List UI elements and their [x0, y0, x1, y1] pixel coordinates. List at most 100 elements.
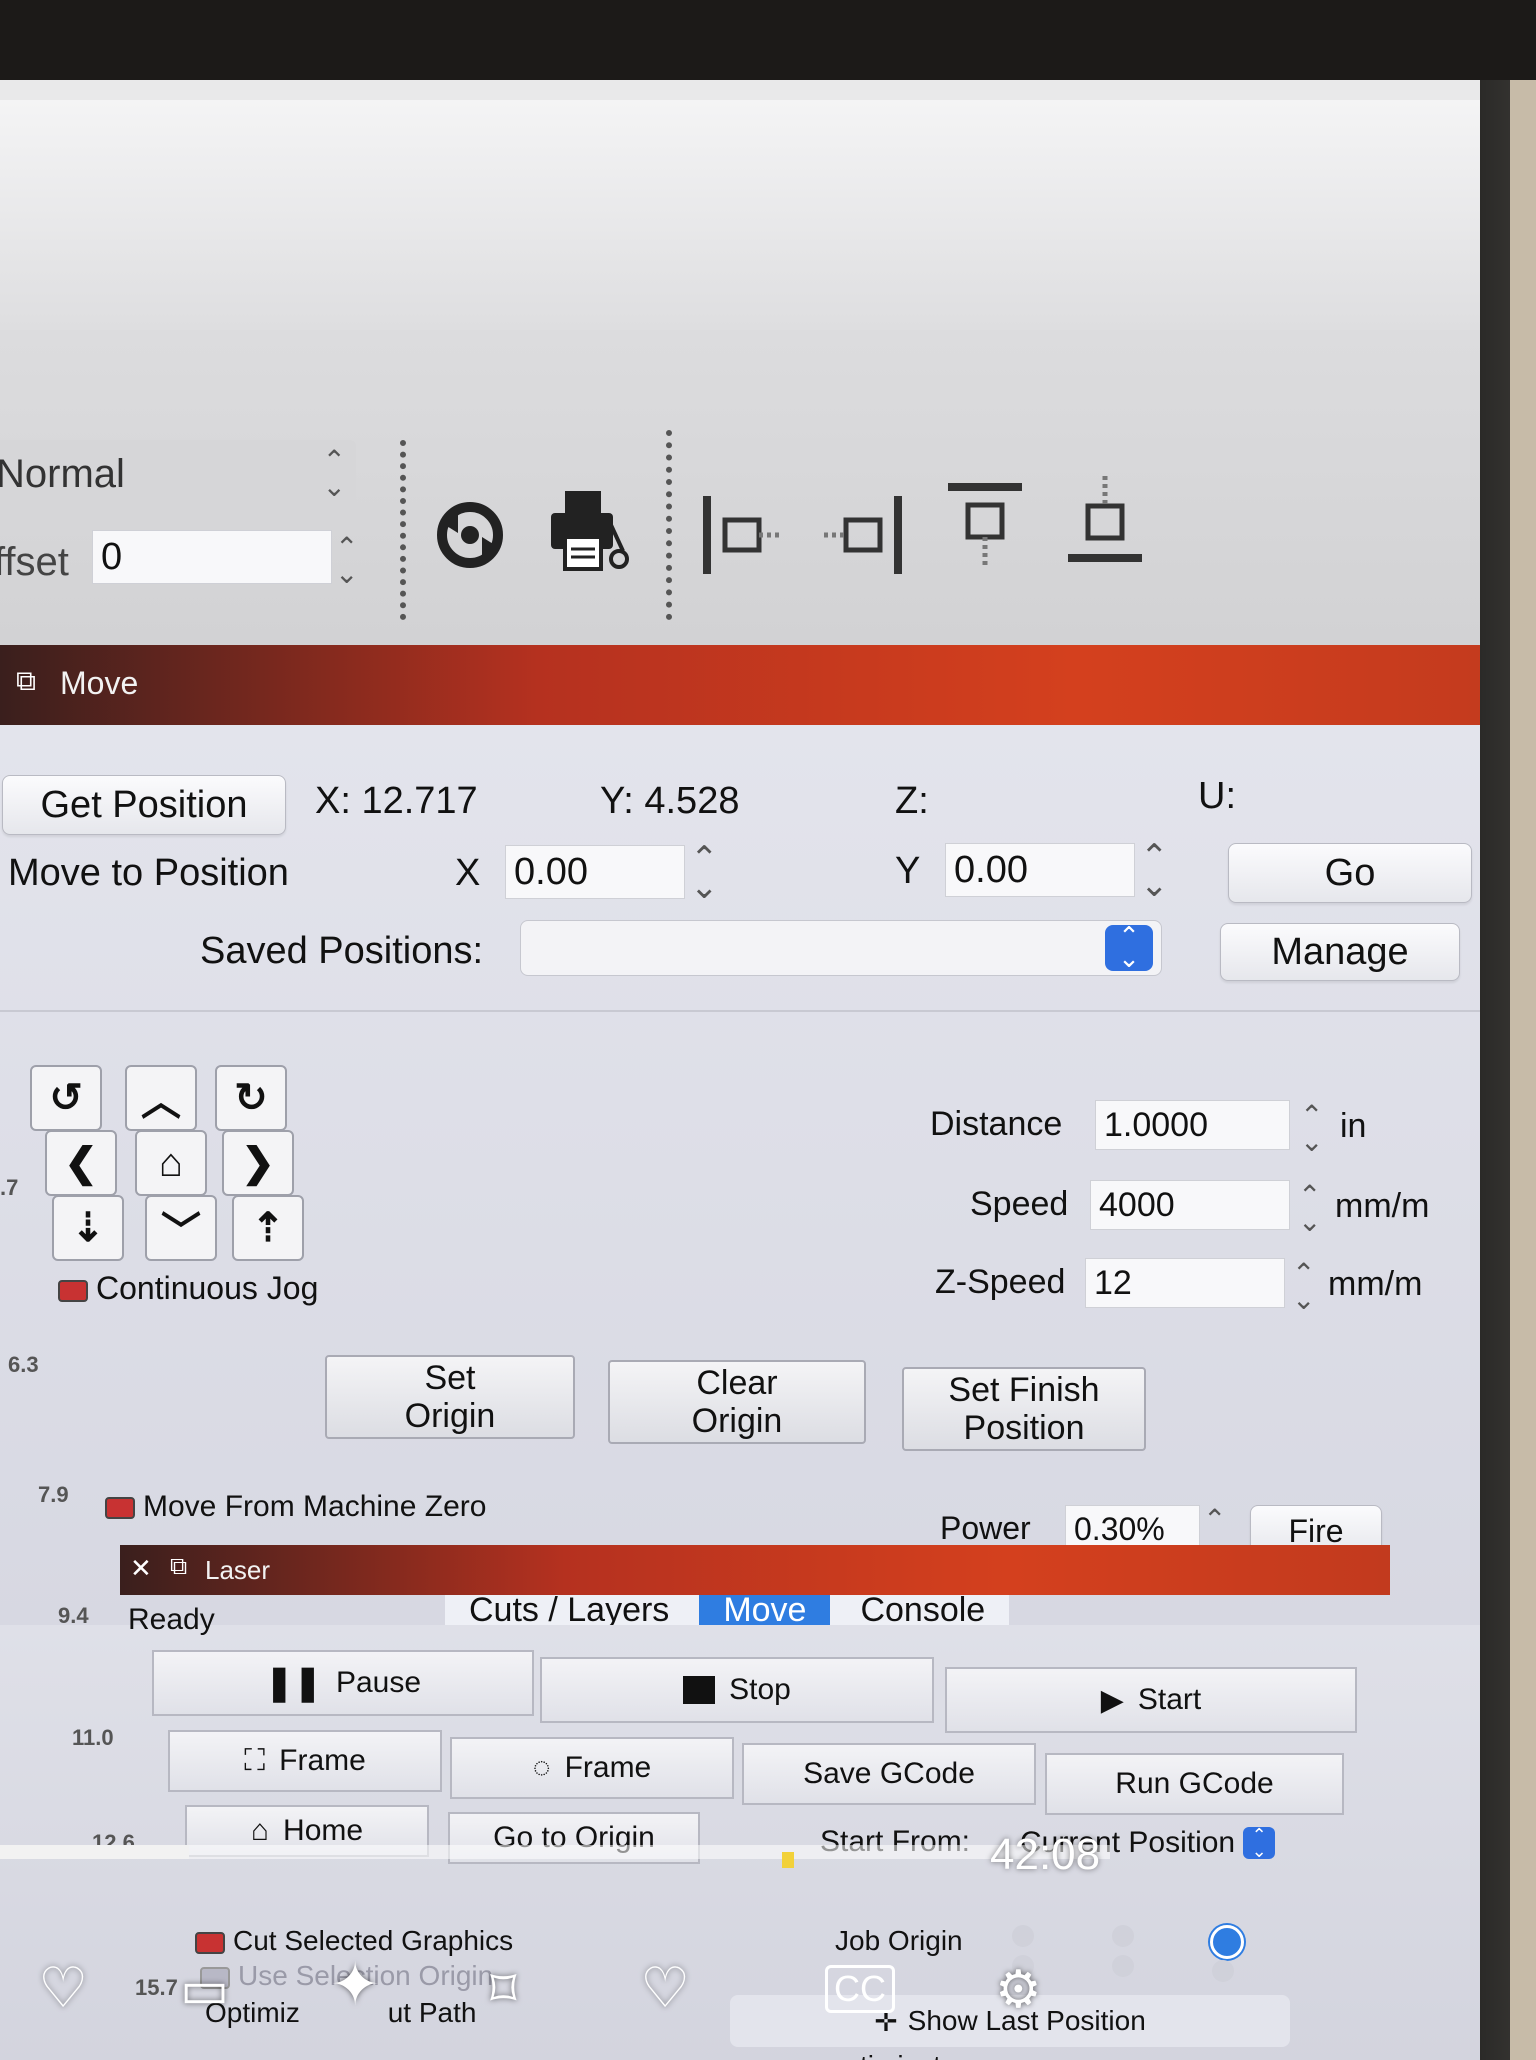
- frame-rect-label: Frame: [279, 1744, 366, 1777]
- print-cut-icon[interactable]: [545, 485, 635, 575]
- speed-unit: mm/m: [1335, 1187, 1430, 1225]
- video-time: 42:08: [990, 1830, 1101, 1879]
- captions-icon[interactable]: CC: [825, 1965, 895, 2013]
- sparkle-icon[interactable]: ✦: [330, 1950, 380, 2020]
- close-icon[interactable]: ✕: [130, 1553, 152, 1584]
- start-button[interactable]: ▶ Start: [945, 1667, 1357, 1733]
- distance-label: Distance: [930, 1105, 1063, 1143]
- saved-positions-label: Saved Positions:: [200, 930, 484, 972]
- chevron-updown-icon: ⌃ ⌄: [322, 445, 346, 502]
- z-speed-label: Z-Speed: [935, 1263, 1066, 1301]
- move-y-label: Y: [895, 850, 921, 892]
- ruler-mark: 7.9: [38, 1482, 69, 1507]
- run-gcode-button[interactable]: Run GCode: [1045, 1753, 1344, 1815]
- saved-positions-select[interactable]: ⌃ ⌄: [520, 920, 1162, 976]
- frame-round-button[interactable]: ◌ Frame: [450, 1737, 734, 1799]
- align-right-icon[interactable]: [820, 490, 910, 580]
- jog-left-icon[interactable]: ❮: [45, 1130, 117, 1196]
- background-wall: [1510, 80, 1536, 2060]
- align-bottom-icon[interactable]: [1060, 475, 1150, 565]
- ruler-mark: .7: [0, 1175, 19, 1200]
- set-origin-button[interactable]: Set Origin: [325, 1355, 575, 1439]
- panel-restore-icon[interactable]: ⧉: [170, 1553, 187, 1581]
- jog-down-icon[interactable]: ﹀: [145, 1195, 217, 1261]
- distance-input[interactable]: 1.0000: [1095, 1100, 1290, 1150]
- rotary-icon[interactable]: [425, 490, 515, 580]
- ruler-mark: 6.3: [8, 1352, 39, 1377]
- rotate-cw-icon[interactable]: ↻: [215, 1065, 287, 1131]
- home-icon[interactable]: ⌂: [135, 1130, 207, 1196]
- mode-select[interactable]: Normal ⌃ ⌄: [0, 440, 356, 508]
- stop-button[interactable]: Stop: [540, 1657, 934, 1723]
- speed-input[interactable]: 4000: [1090, 1180, 1290, 1230]
- pause-button[interactable]: ❚❚ Pause: [152, 1650, 534, 1716]
- job-origin-radio[interactable]: [1112, 1955, 1134, 1977]
- move-x-input[interactable]: 0.00: [505, 845, 685, 899]
- checkbox-icon: [195, 1931, 225, 1954]
- continuous-jog-label: Continuous Jog: [96, 1270, 319, 1306]
- job-origin-radio[interactable]: [1012, 1925, 1034, 1947]
- job-origin-radio[interactable]: [1112, 1925, 1134, 1947]
- video-progress-track[interactable]: [0, 1845, 1110, 1859]
- settings-icon[interactable]: ⚙: [995, 1960, 1042, 2020]
- go-button[interactable]: Go: [1228, 843, 1472, 903]
- job-origin-label: Job Origin: [835, 1925, 963, 1956]
- panel-restore-icon[interactable]: ⧉: [16, 665, 36, 698]
- speed-stepper[interactable]: ⌃ ⌄: [1298, 1182, 1321, 1236]
- optimize-path-label-suffix: ut Path: [387, 1997, 477, 2028]
- move-y-value: 0.00: [954, 848, 1028, 891]
- job-origin-radio[interactable]: [1212, 1960, 1234, 1982]
- set-finish-position-button[interactable]: Set Finish Position: [902, 1367, 1146, 1451]
- offset-input[interactable]: 0: [92, 530, 332, 584]
- frame-rect-button[interactable]: ⛶ Frame: [168, 1730, 442, 1792]
- move-x-stepper[interactable]: ⌃ ⌄: [690, 842, 719, 904]
- toolbar: Normal ⌃⌄ ffset 0 ⌃⌄ »: [0, 330, 1536, 645]
- bookmark-icon[interactable]: ⌑: [490, 1960, 517, 2020]
- toolbar-separator: [400, 440, 406, 620]
- jog-up-icon[interactable]: ︿: [125, 1065, 197, 1131]
- align-left-icon[interactable]: [695, 490, 785, 580]
- z-readout: Z:: [895, 780, 929, 822]
- mode-select-value: Normal: [0, 451, 125, 496]
- offset-stepper[interactable]: ⌃ ⌄: [335, 534, 358, 588]
- z-speed-input[interactable]: 12: [1085, 1258, 1285, 1308]
- divider: [0, 1010, 1480, 1012]
- comment-icon[interactable]: ▭: [180, 1960, 229, 2020]
- save-gcode-button[interactable]: Save GCode: [742, 1743, 1036, 1805]
- move-y-stepper[interactable]: ⌃ ⌄: [1140, 840, 1169, 902]
- power-label: Power: [940, 1510, 1031, 1546]
- move-from-machine-zero-label: Move From Machine Zero: [143, 1490, 487, 1523]
- home-icon: ⌂: [250, 1814, 270, 1847]
- video-chapter-marker: [782, 1852, 794, 1868]
- frame-rect-icon: ⛶: [244, 1744, 266, 1777]
- frame-round-icon: ◌: [532, 1751, 551, 1784]
- distance-stepper[interactable]: ⌃ ⌄: [1300, 1102, 1323, 1156]
- video-progress-fill: [0, 1845, 189, 1859]
- rotate-ccw-icon[interactable]: ↺: [30, 1065, 102, 1131]
- move-x-value: 0.00: [514, 850, 588, 893]
- laser-panel: Ready ❚❚ Pause Stop ▶ Start ⛶ Frame ◌ Frame …: [0, 1603, 1536, 2060]
- checkbox-icon: [105, 1497, 135, 1520]
- z-speed-stepper[interactable]: ⌃ ⌄: [1292, 1260, 1315, 1314]
- move-from-machine-zero-checkbox[interactable]: Move From Machine Zero: [105, 1490, 486, 1524]
- frame-round-label: Frame: [564, 1751, 652, 1784]
- jog-right-icon[interactable]: ❯: [222, 1130, 294, 1196]
- speed-value: 4000: [1099, 1185, 1175, 1224]
- get-position-button[interactable]: Get Position: [2, 775, 286, 835]
- donate-icon[interactable]: ♡: [640, 1955, 690, 2021]
- manage-button[interactable]: Manage: [1220, 923, 1460, 981]
- optimization-label: timizat: [860, 2050, 941, 2060]
- move-y-input[interactable]: 0.00: [945, 843, 1135, 897]
- z-speed-unit: mm/m: [1328, 1265, 1423, 1303]
- pause-icon: ❚❚: [264, 1664, 322, 1702]
- dislike-icon[interactable]: ♡: [38, 1955, 88, 2021]
- z-down-icon[interactable]: ⇣: [52, 1195, 124, 1261]
- move-panel-title: Move: [60, 665, 139, 701]
- play-icon: ▶: [1100, 1683, 1124, 1717]
- z-up-icon[interactable]: ⇡: [232, 1195, 304, 1261]
- job-origin-radio-selected[interactable]: [1210, 1925, 1244, 1959]
- z-speed-value: 12: [1094, 1263, 1132, 1302]
- continuous-jog-checkbox[interactable]: Continuous Jog: [58, 1270, 318, 1307]
- clear-origin-button[interactable]: Clear Origin: [608, 1360, 866, 1444]
- align-top-icon[interactable]: [940, 480, 1030, 570]
